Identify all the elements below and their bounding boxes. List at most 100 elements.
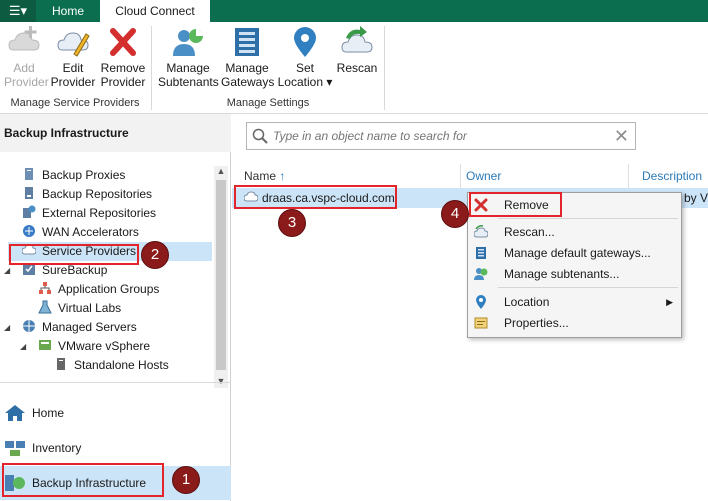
tree-item-label: VMware vSphere [58,339,151,353]
tab-home[interactable]: Home [36,0,100,22]
highlight-backup-infrastructure [2,463,164,497]
add-provider-label: Add Provider [4,61,49,89]
nav-divider [0,382,231,383]
expand-arrow-icon[interactable]: ◢ [20,337,26,356]
menu-item-label: Rescan... [504,225,555,239]
tree-item-label: Backup Repositories [42,187,153,201]
menu-separator [498,287,678,288]
rescan-icon [474,225,488,238]
edit-provider-button[interactable]: Edit Provider [50,26,96,89]
chevron-up-icon[interactable]: ▲ [214,166,228,178]
menu-item-label: Properties... [504,316,569,330]
tree-item-label: External Repositories [42,206,157,220]
column-header-description[interactable]: Description [642,166,702,186]
remove-provider-label: Remove Provider [100,61,146,89]
tree-item-label: WAN Accelerators [42,225,139,239]
gateways-icon [476,247,486,259]
search-icon [252,128,268,144]
sort-ascending-icon: ↑ [279,169,286,183]
tree-item-label: Managed Servers [42,320,137,334]
tab-cloud-connect[interactable]: Cloud Connect [100,0,210,22]
vsphere-icon [39,340,51,350]
menu-item-manage-default-gateways[interactable]: Manage default gateways... [468,243,681,263]
tree-item-standalone-hosts[interactable]: Standalone Hosts [54,356,169,375]
tree-item-label: Virtual Labs [58,301,122,315]
tree-scrollbar[interactable]: ▲ ▼ [214,166,228,388]
proxy-icon [25,168,33,180]
menu-item-location[interactable]: Location ▶ [468,292,681,312]
nav-home[interactable]: Home [0,396,231,430]
search-box: ✕ [246,122,636,150]
hamburger-menu-icon[interactable]: ☰▾ [0,0,36,22]
column-separator[interactable] [460,164,461,188]
manage-gateways-button[interactable]: Manage Gateways [221,26,275,89]
managed-servers-icon [23,320,35,332]
tree-item-label: Application Groups [58,282,160,296]
column-header-owner[interactable]: Owner [466,166,501,186]
properties-icon [474,317,488,329]
tree-item-label: Backup Proxies [42,168,126,182]
nav-label: Home [32,406,65,420]
callout-badge-4: 4 [441,200,469,228]
callout-badge-3: 3 [278,209,306,237]
manage-gateways-label: Manage Gateways [221,61,275,89]
application-groups-icon [39,282,51,294]
tree-item-application-groups[interactable]: Application Groups [38,280,159,299]
menu-item-manage-subtenants[interactable]: Manage subtenants... [468,264,681,284]
expand-arrow-icon[interactable]: ◢ [4,318,10,337]
clear-search-icon[interactable]: ✕ [614,126,629,146]
manage-subtenants-label: Manage Subtenants [158,61,219,89]
column-separator[interactable] [628,164,629,188]
tree-item-label: Standalone Hosts [74,358,169,372]
tree-item-managed-servers[interactable]: ◢ Managed Servers [4,318,137,337]
search-input[interactable] [273,127,603,145]
gateways-icon [235,28,259,56]
menu-item-properties[interactable]: Properties... [468,313,681,333]
manage-subtenants-button[interactable]: Manage Subtenants [158,26,219,89]
tree-item-external-repositories[interactable]: External Repositories [22,204,156,223]
rescan-cloud-icon [341,26,373,53]
column-header-name[interactable]: Name ↑ [244,166,285,186]
nav-inventory[interactable]: Inventory [0,431,231,465]
menu-item-label: Manage subtenants... [504,267,620,281]
tree-item-backup-repositories[interactable]: Backup Repositories [22,185,152,204]
column-name-label: Name [244,169,277,183]
infrastructure-tree: Backup Proxies Backup Repositories Exter… [0,164,214,386]
menu-separator [498,218,678,219]
group-label-manage-service-providers: Manage Service Providers [10,97,140,109]
virtual-labs-icon [38,300,52,314]
subtenants-icon [173,29,203,56]
scroll-thumb[interactable] [216,180,226,370]
cloud-add-icon [8,26,40,51]
ribbon-separator [384,26,385,110]
menu-item-rescan[interactable]: Rescan... [468,222,681,242]
callout-badge-2: 2 [141,241,169,269]
tree-item-virtual-labs[interactable]: Virtual Labs [38,299,121,318]
standalone-host-icon [57,358,65,370]
subtenants-icon [474,268,488,280]
external-repository-icon [23,205,36,218]
tree-item-backup-proxies[interactable]: Backup Proxies [22,166,125,185]
top-tab-bar: ☰▾ Home Cloud Connect [0,0,708,22]
left-panel: Backup Infrastructure Backup Proxies Bac… [0,114,231,501]
remove-x-icon [110,28,136,56]
tree-item-wan-accelerators[interactable]: WAN Accelerators [22,223,139,242]
rescan-button[interactable]: Rescan [336,26,378,75]
submenu-arrow-icon: ▶ [666,297,673,307]
tree-item-vmware-vsphere[interactable]: ◢ VMware vSphere [20,337,151,356]
ribbon: Add Provider Edit Provider Remove Provid… [0,22,708,114]
add-provider-button[interactable]: Add Provider [4,26,49,89]
wan-accelerator-icon [23,225,35,237]
left-panel-header: Backup Infrastructure [0,114,231,152]
callout-badge-1: 1 [172,466,200,494]
tree-item-label: SureBackup [42,263,108,277]
nav-label: Inventory [32,441,82,455]
ribbon-separator [151,26,152,110]
highlight-provider-row [234,185,397,209]
inventory-icon [5,441,25,456]
highlight-remove-item [469,192,562,217]
remove-provider-button[interactable]: Remove Provider [100,26,146,89]
set-location-button[interactable]: Set Location ▾ [276,26,334,89]
highlight-service-providers [9,244,139,265]
set-location-label: Set Location ▾ [277,61,333,89]
